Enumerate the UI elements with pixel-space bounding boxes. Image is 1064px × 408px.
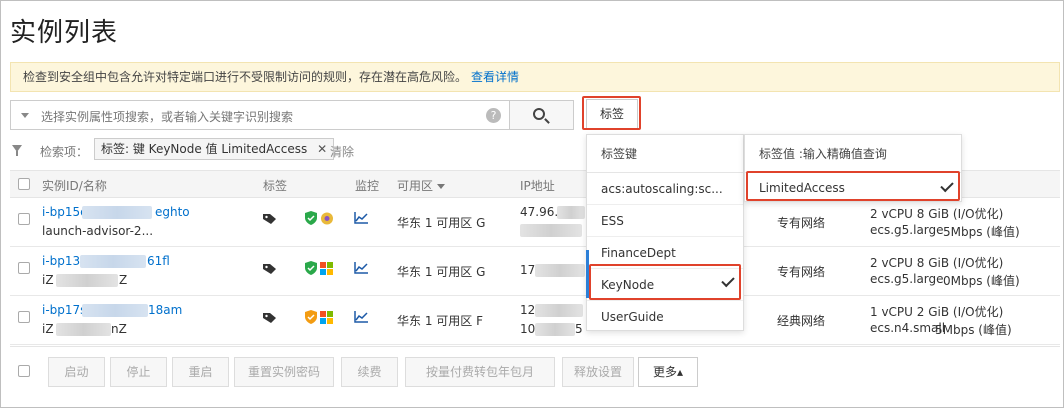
- tag-value-header[interactable]: 标签值 :输入精确值查询: [745, 135, 961, 173]
- start-button[interactable]: 启动: [48, 357, 105, 387]
- row-checkbox[interactable]: [18, 262, 30, 274]
- tag-button-highlight: [582, 96, 641, 130]
- tag-icon[interactable]: [263, 263, 277, 274]
- redacted-id: [82, 206, 152, 219]
- shield-icon: [305, 211, 317, 225]
- select-all-checkbox[interactable]: [18, 178, 30, 190]
- instance-name: iZ: [42, 273, 54, 287]
- search-button[interactable]: [510, 100, 574, 130]
- redacted-ip: [535, 264, 585, 277]
- more-button[interactable]: 更多▴: [638, 357, 698, 387]
- bandwidth: 0Mbps (峰值): [943, 274, 1020, 288]
- search-icon: [533, 108, 545, 120]
- instance-id-link[interactable]: i-bp17s: [42, 303, 86, 317]
- security-warning-banner: 检查到安全组中包含允许对特定端口进行不受限制访问的规则，存在潜在高危风险。 查看详…: [10, 62, 1060, 92]
- help-icon[interactable]: ?: [486, 108, 501, 123]
- clear-filter-link[interactable]: 清除: [330, 143, 354, 160]
- monitor-chart-icon[interactable]: [354, 262, 368, 274]
- instance-name: iZ: [42, 322, 54, 336]
- monitor-chart-icon[interactable]: [354, 311, 368, 323]
- restart-button[interactable]: 重启: [172, 357, 229, 387]
- windows-icon: [320, 262, 333, 275]
- instance-name-suffix: Z: [119, 273, 128, 287]
- instance-id-suffix[interactable]: 18am: [148, 303, 182, 317]
- column-header-monitor: 监控: [355, 179, 380, 193]
- reset-password-button[interactable]: 重置实例密码: [234, 357, 334, 387]
- network-type: 经典网络: [777, 314, 826, 328]
- instance-name-suffix: nZ: [111, 322, 127, 336]
- zone-value: 华东 1 可用区 G: [397, 265, 486, 279]
- column-header-tags: 标签: [263, 179, 288, 193]
- tag-key-option[interactable]: ESS: [587, 205, 743, 237]
- tag-key-header: 标签键: [587, 135, 743, 173]
- instance-id-suffix[interactable]: 61fl: [147, 254, 170, 268]
- redacted-ip-private: [535, 323, 575, 336]
- redacted-id: [80, 255, 146, 268]
- ip-address-private: 10: [520, 322, 536, 336]
- network-type: 专有网络: [777, 265, 826, 279]
- zone-value: 华东 1 可用区 G: [397, 216, 486, 230]
- redacted-name: [56, 323, 111, 336]
- os-icon: [320, 212, 334, 225]
- tag-key-option[interactable]: acs:autoscaling:sc...: [587, 173, 743, 205]
- instance-type: ecs.n4.small: [870, 321, 946, 335]
- selected-value-highlight: [746, 171, 960, 201]
- instance-type: ecs.g5.large: [870, 223, 944, 237]
- column-header-zone[interactable]: 可用区: [397, 177, 445, 194]
- redacted-ip-private: [520, 224, 582, 237]
- page-title: 实例列表: [10, 18, 119, 48]
- instance-id-link[interactable]: i-bp15e: [42, 205, 88, 219]
- row-checkbox[interactable]: [18, 213, 30, 225]
- warning-details-link[interactable]: 查看详情: [471, 70, 519, 84]
- ip-address: 47.96.: [520, 205, 559, 219]
- tag-key-dropdown: 标签键 acs:autoscaling:sc... ESS FinanceDep…: [586, 134, 744, 331]
- selected-key-highlight: [589, 264, 741, 300]
- dropdown-caret-icon[interactable]: [21, 113, 29, 118]
- warning-text: 检查到安全组中包含允许对特定端口进行不受限制访问的规则，存在潜在高危风险。: [23, 70, 468, 84]
- monitor-chart-icon[interactable]: [354, 212, 368, 224]
- instance-id-suffix[interactable]: eghto: [155, 205, 190, 219]
- redacted-id: [82, 304, 148, 317]
- filter-icon: [12, 145, 22, 156]
- ip-address: 17: [520, 263, 536, 277]
- release-settings-button[interactable]: 释放设置: [562, 357, 634, 387]
- footer-select-all-checkbox[interactable]: [18, 365, 30, 377]
- bandwidth: 5Mbps (峰值): [943, 225, 1020, 239]
- search-bar[interactable]: 选择实例属性项搜索，或者输入关键字识别搜索 ?: [10, 100, 510, 130]
- search-placeholder[interactable]: 选择实例属性项搜索，或者输入关键字识别搜索: [41, 108, 293, 125]
- instance-spec: 1 vCPU 2 GiB (I/O优化): [870, 305, 1004, 319]
- convert-billing-button[interactable]: 按量付费转包年包月: [405, 357, 555, 387]
- close-icon[interactable]: ✕: [317, 139, 327, 159]
- renew-button[interactable]: 续费: [341, 357, 398, 387]
- tag-icon[interactable]: [263, 213, 277, 224]
- network-type: 专有网络: [777, 216, 826, 230]
- instance-id-link[interactable]: i-bp13l: [42, 254, 84, 268]
- filter-chip[interactable]: 标签: 键 KeyNode 值 LimitedAccess ✕: [94, 138, 335, 160]
- instance-type: ecs.g5.large: [870, 272, 944, 286]
- zone-value: 华东 1 可用区 F: [397, 314, 483, 328]
- stop-button[interactable]: 停止: [110, 357, 167, 387]
- ip-address: 12: [520, 303, 536, 317]
- column-header-id[interactable]: 实例ID/名称: [42, 177, 107, 194]
- tag-key-option[interactable]: UserGuide: [587, 301, 743, 333]
- windows-icon: [320, 311, 333, 324]
- bandwidth: 5Mbps (峰值): [935, 323, 1012, 337]
- filter-label: 检索项：: [40, 145, 89, 159]
- redacted-name: [56, 274, 118, 287]
- instance-name: launch-advisor-2...: [42, 224, 154, 238]
- shield-warning-icon: [305, 310, 317, 324]
- shield-icon: [305, 261, 317, 275]
- row-checkbox[interactable]: [18, 311, 30, 323]
- redacted-ip: [557, 206, 585, 219]
- ip-address-private-suffix: 5: [575, 322, 583, 336]
- instance-spec: 2 vCPU 8 GiB (I/O优化): [870, 207, 1004, 221]
- column-header-ip: IP地址: [520, 179, 555, 193]
- tag-icon[interactable]: [263, 312, 277, 323]
- redacted-ip: [535, 304, 583, 317]
- sort-down-icon: [436, 184, 445, 189]
- instance-spec: 2 vCPU 8 GiB (I/O优化): [870, 256, 1004, 270]
- filter-chip-text: 标签: 键 KeyNode 值 LimitedAccess: [101, 142, 308, 156]
